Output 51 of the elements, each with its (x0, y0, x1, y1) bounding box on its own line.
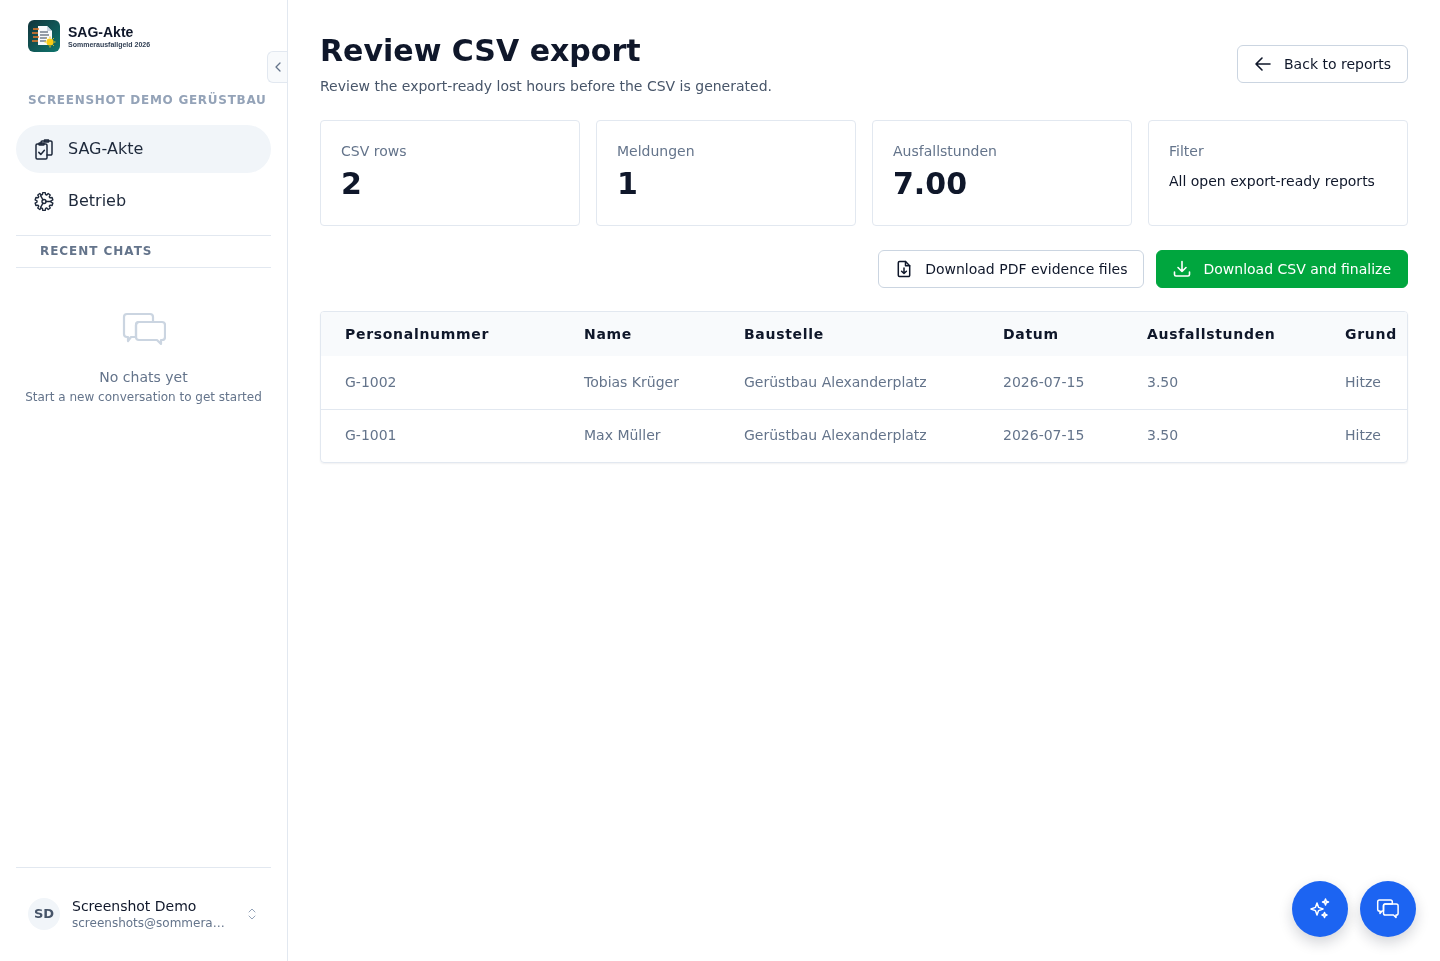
table-cell: Hitze (1321, 409, 1407, 462)
chevron-left-icon (273, 62, 282, 72)
stat-label: Meldungen (617, 142, 696, 161)
clipboard-check-icon (34, 138, 54, 160)
gear-icon (34, 190, 54, 212)
page-title: Review CSV export (320, 32, 642, 70)
table-cell: Gerüstbau Alexanderplatz (720, 356, 979, 409)
table-cell: 3.50 (1123, 409, 1321, 462)
stat-label: CSV rows (341, 142, 408, 161)
table-cell: 2026-07-15 (979, 409, 1123, 462)
column-header: Datum (979, 312, 1123, 356)
back-button[interactable]: Back to reports (1237, 45, 1408, 83)
section-heading: RECENT CHATS (40, 243, 154, 259)
page-subtitle: Review the export-ready lost hours before the CSV is generated. (320, 77, 772, 96)
empty-state-title: No chats yet (99, 368, 188, 387)
nav-item[interactable]: SAG-Akte (16, 125, 271, 173)
app-name: SAG-Akte (68, 23, 135, 40)
empty-state-text: Start a new conversation to get started (25, 389, 262, 405)
column-header: Baustelle (720, 312, 979, 356)
arrow-left-icon (1254, 55, 1272, 73)
table-cell: 2026-07-15 (979, 356, 1123, 409)
stat-value: 1 (617, 165, 639, 203)
column-header: Grund (1321, 312, 1407, 356)
section-label: SCREENSHOT DEMO GERÜSTBAU (27, 92, 268, 108)
table-cell: G-1001 (321, 409, 560, 462)
sparkles-icon (1308, 897, 1332, 921)
table-cell: Gerüstbau Alexanderplatz (720, 409, 979, 462)
column-header: Name (560, 312, 720, 356)
table-cell: Max Müller (560, 409, 720, 462)
column-header: Ausfallstunden (1123, 312, 1321, 356)
table-cell: 3.50 (1123, 356, 1321, 409)
download-icon (1173, 260, 1192, 278)
user-email: screenshots@sommera… (72, 915, 226, 931)
user-avatar[interactable]: SD (28, 898, 60, 930)
stat-label: Filter (1169, 142, 1205, 161)
stat-value: 7.00 (893, 165, 969, 203)
download-pdf-button[interactable]: Download PDF evidence files (878, 250, 1145, 288)
column-header: Personalnummer (321, 312, 560, 356)
table-cell: Tobias Krüger (560, 356, 720, 409)
stat-label: Ausfallstunden (893, 142, 998, 161)
chat-button[interactable] (1360, 881, 1416, 937)
stat-value: All open export-ready reports (1169, 172, 1376, 191)
stat-value: 2 (341, 165, 363, 203)
table-cell: G-1002 (321, 356, 560, 409)
nav-item[interactable]: Betrieb (16, 177, 271, 225)
chevron-up-down-icon[interactable] (248, 908, 256, 920)
logo-icon (28, 20, 60, 52)
chat-bubbles-icon (1376, 897, 1400, 921)
user-name: Screenshot Demo (72, 897, 198, 915)
table-cell: Hitze (1321, 356, 1407, 409)
ai-assistant-button[interactable] (1292, 881, 1348, 937)
